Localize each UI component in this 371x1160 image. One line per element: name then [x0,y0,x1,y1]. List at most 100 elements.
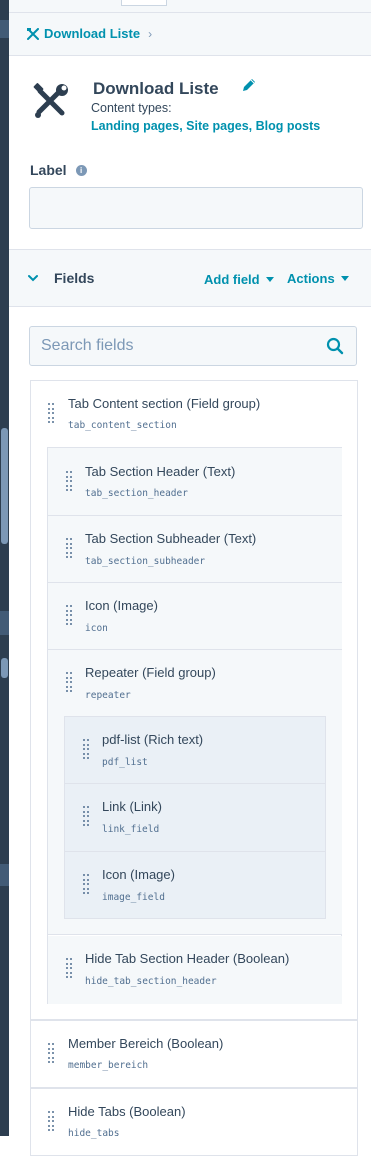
grip-dot [83,739,85,741]
grip-dot [66,614,68,616]
grip-dot [48,1124,50,1127]
drag-handle-icon[interactable] [66,471,72,493]
drag-handle-icon[interactable] [66,538,72,560]
grip-dot [83,815,85,817]
label-heading: Label [30,162,67,178]
drag-handle-icon[interactable] [66,672,72,694]
grip-dot [66,605,68,607]
grip-dot [52,416,54,419]
field-group-repeater[interactable]: Repeater (Field group) repeater pdf-list… [48,650,342,935]
drag-handle-icon[interactable] [66,605,72,627]
grip-dot [52,1120,54,1122]
grip-dot [70,556,72,558]
grip-dot [83,824,85,826]
module-title: Download Liste [93,79,219,98]
field-name: Member Bereich (Boolean) [68,1036,224,1051]
rail-scroll-thumb[interactable] [1,658,8,678]
wrench-screwdriver-icon [33,83,68,118]
fields-title: Fields [54,270,95,286]
grip-dot [87,892,89,894]
grip-dot [66,690,68,692]
field-row[interactable]: Icon (Image) icon [48,583,342,650]
grip-dot [87,810,89,813]
grip-dot [66,609,68,612]
grip-dot [66,623,68,625]
info-icon[interactable]: i [75,164,87,176]
pencil-icon[interactable] [240,76,258,94]
chevron-down-icon[interactable] [28,273,38,283]
field-name: Icon (Image) [102,867,175,882]
field-row[interactable]: pdf-list (Rich text) pdf_list [65,717,325,784]
grip-dot [70,484,72,487]
grip-dot [66,489,68,491]
drag-handle-icon[interactable] [48,403,54,425]
grip-dot [66,976,68,978]
grip-dot [48,1115,50,1118]
field-row[interactable]: Icon (Image) image_field [65,852,325,918]
grip-dot [70,542,72,545]
fields-tree: Tab Content section (Field group) tab_co… [30,380,358,1160]
actions-label: Actions [287,271,335,286]
grip-dot [70,623,72,625]
drag-handle-icon[interactable] [83,739,89,761]
top-tab[interactable] [121,0,167,6]
grip-dot [87,806,89,808]
rail-segment [0,864,9,886]
grip-dot [52,1111,54,1113]
field-row[interactable]: Tab Section Subheader (Text) tab_section… [48,516,342,583]
grip-dot [48,421,50,423]
grip-dot [83,743,85,746]
search-icon[interactable] [326,337,344,355]
field-id: link_field [102,824,160,835]
actions-button[interactable]: Actions [287,271,349,286]
grip-dot [52,403,54,405]
drag-handle-icon[interactable] [48,1043,54,1065]
grip-dot [66,962,68,965]
breadcrumb[interactable]: Download Liste › [27,26,152,41]
field-id: icon [85,623,108,634]
field-group-tab-content-section[interactable]: Tab Content section (Field group) tab_co… [30,380,358,1020]
field-row[interactable]: Hide Tab Section Header (Boolean) hide_t… [48,936,342,1004]
field-name: Hide Tab Section Header (Boolean) [85,951,290,966]
drag-handle-icon[interactable] [48,1111,54,1133]
grip-dot [83,810,85,813]
field-id: pdf_list [102,757,148,768]
grip-dot [48,1061,50,1063]
field-id: repeater [85,690,131,701]
grip-dot [52,412,54,414]
grip-dot [66,967,68,969]
field-id: hide_tabs [68,1128,120,1139]
grip-dot [70,471,72,473]
grip-dot [83,757,85,759]
grip-dot [70,618,72,621]
grip-dot [83,748,85,750]
grip-dot [87,748,89,750]
field-row[interactable]: Link (Link) link_field [65,784,325,852]
grip-dot [70,976,72,978]
content-types-label: Content types: [91,101,172,115]
drag-handle-icon[interactable] [66,958,72,980]
field-row[interactable]: Hide Tabs (Boolean) hide_tabs [30,1088,358,1156]
field-row[interactable]: Tab Section Header (Text) tab_section_he… [48,448,342,516]
grip-dot [66,971,68,974]
grip-dot [66,542,68,545]
field-name: Icon (Image) [85,598,158,613]
add-field-label: Add field [204,272,260,287]
field-name: pdf-list (Rich text) [102,732,204,747]
rail-scroll-thumb[interactable] [1,428,8,544]
label-input[interactable] [29,187,363,229]
grip-dot [66,676,68,679]
add-field-button[interactable]: Add field [204,272,274,287]
drag-handle-icon[interactable] [83,874,89,896]
grip-dot [83,819,85,822]
chevron-right-icon: › [148,26,153,41]
grip-dot [48,1129,50,1131]
content-types-link[interactable]: Landing pages, Site pages, Blog posts [91,119,320,133]
label-field-label: Label i [30,162,87,178]
field-row[interactable]: Member Bereich (Boolean) member_bereich [30,1020,358,1088]
rail-segment [0,611,9,635]
drag-handle-icon[interactable] [83,806,89,828]
grip-dot [70,547,72,549]
grip-dot [70,475,72,478]
search-input[interactable] [30,327,321,365]
